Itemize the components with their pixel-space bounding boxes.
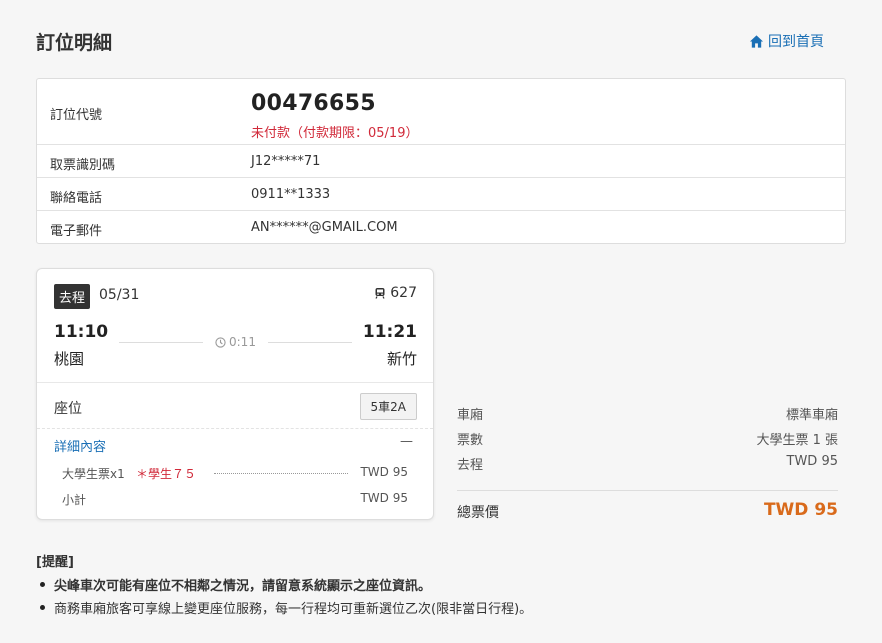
depart-station: 桃園 bbox=[54, 350, 85, 368]
card-divider-dashed bbox=[37, 428, 433, 429]
booking-info-table: 訂位代號 00476655 未付款（付款期限：05/19） 取票識別碼 J12*… bbox=[36, 78, 846, 244]
duration-line-left bbox=[119, 342, 203, 343]
booking-code-row: 訂位代號 00476655 未付款（付款期限：05/19） bbox=[37, 79, 845, 145]
fare-note: ＊學生７５ bbox=[136, 467, 197, 481]
home-link[interactable]: 回到首頁 bbox=[749, 31, 824, 51]
outbound-label: 去程 bbox=[457, 458, 484, 473]
phone-row: 聯絡電話 0911**1333 bbox=[37, 178, 845, 211]
duration-value: 0:11 bbox=[229, 335, 256, 349]
home-icon bbox=[749, 34, 764, 48]
home-link-label: 回到首頁 bbox=[768, 34, 824, 50]
tickets-label: 票數 bbox=[457, 433, 484, 448]
train-number-value: 627 bbox=[390, 285, 417, 301]
subtotal-amount: TWD 95 bbox=[360, 491, 408, 505]
train-number: 627 bbox=[374, 285, 417, 301]
arrive-station: 新竹 bbox=[386, 350, 417, 368]
page-title: 訂位明細 bbox=[36, 32, 113, 54]
email-value: AN******@GMAIL.COM bbox=[251, 220, 398, 235]
card-divider bbox=[37, 382, 433, 383]
direction-tag: 去程 bbox=[54, 284, 91, 309]
reminder-notes: [提醒] 尖峰車次可能有座位不相鄰之情況，請留意系統顯示之座位資訊。 商務車廂旅… bbox=[36, 551, 532, 621]
ticket-id-row: 取票識別碼 J12*****71 bbox=[37, 145, 845, 178]
payment-status: 未付款（付款期限：05/19） bbox=[251, 126, 419, 141]
email-label: 電子郵件 bbox=[50, 224, 103, 239]
outbound-value: TWD 95 bbox=[786, 454, 838, 469]
notes-title: [提醒] bbox=[36, 555, 74, 570]
phone-label: 聯絡電話 bbox=[50, 191, 103, 206]
ticket-id-label: 取票識別碼 bbox=[50, 158, 116, 173]
price-summary: 車廂 標準車廂 票數 大學生票 1 張 去程 TWD 95 總票價 TWD 95 bbox=[457, 270, 838, 530]
trip-date: 05/31 bbox=[99, 287, 140, 303]
subtotal-label: 小計 bbox=[62, 493, 87, 507]
depart-time: 11:10 bbox=[54, 322, 109, 342]
tickets-value: 大學生票 1 張 bbox=[756, 433, 838, 448]
fare-amount: TWD 95 bbox=[360, 465, 408, 479]
seat-badge: 5車2A bbox=[359, 393, 417, 420]
trip-duration: 0:11 bbox=[215, 335, 256, 349]
car-value: 標準車廂 bbox=[785, 408, 838, 423]
seat-label: 座位 bbox=[54, 401, 82, 417]
booking-code-label: 訂位代號 bbox=[50, 108, 103, 123]
booking-code: 00476655 bbox=[251, 91, 376, 116]
trip-card: 去程 05/31 627 11:10 桃園 11:21 新竹 0:11 座位 5… bbox=[36, 268, 434, 520]
phone-value: 0911**1333 bbox=[251, 187, 331, 202]
train-icon bbox=[375, 288, 385, 299]
notes-list: 尖峰車次可能有座位不相鄰之情況，請留意系統顯示之座位資訊。 商務車廂旅客可享線上… bbox=[36, 575, 532, 617]
fare-leader-dots bbox=[214, 473, 348, 474]
collapse-icon[interactable]: — bbox=[400, 434, 413, 449]
clock-icon bbox=[215, 336, 226, 348]
total-label: 總票價 bbox=[457, 505, 499, 521]
arrive-time: 11:21 bbox=[362, 322, 417, 342]
details-toggle[interactable]: 詳細內容 bbox=[54, 436, 106, 455]
ticket-id-value: J12*****71 bbox=[251, 154, 321, 169]
fare-item: 大學生票x1 bbox=[62, 467, 125, 481]
summary-divider bbox=[457, 490, 838, 491]
note-item: 尖峰車次可能有座位不相鄰之情況，請留意系統顯示之座位資訊。 bbox=[36, 575, 532, 594]
duration-line-right bbox=[268, 342, 352, 343]
car-label: 車廂 bbox=[457, 408, 484, 423]
email-row: 電子郵件 AN******@GMAIL.COM bbox=[37, 211, 845, 244]
total-value: TWD 95 bbox=[763, 500, 838, 520]
note-item: 商務車廂旅客可享線上變更座位服務，每一行程均可重新選位乙次(限非當日行程)。 bbox=[36, 598, 532, 617]
